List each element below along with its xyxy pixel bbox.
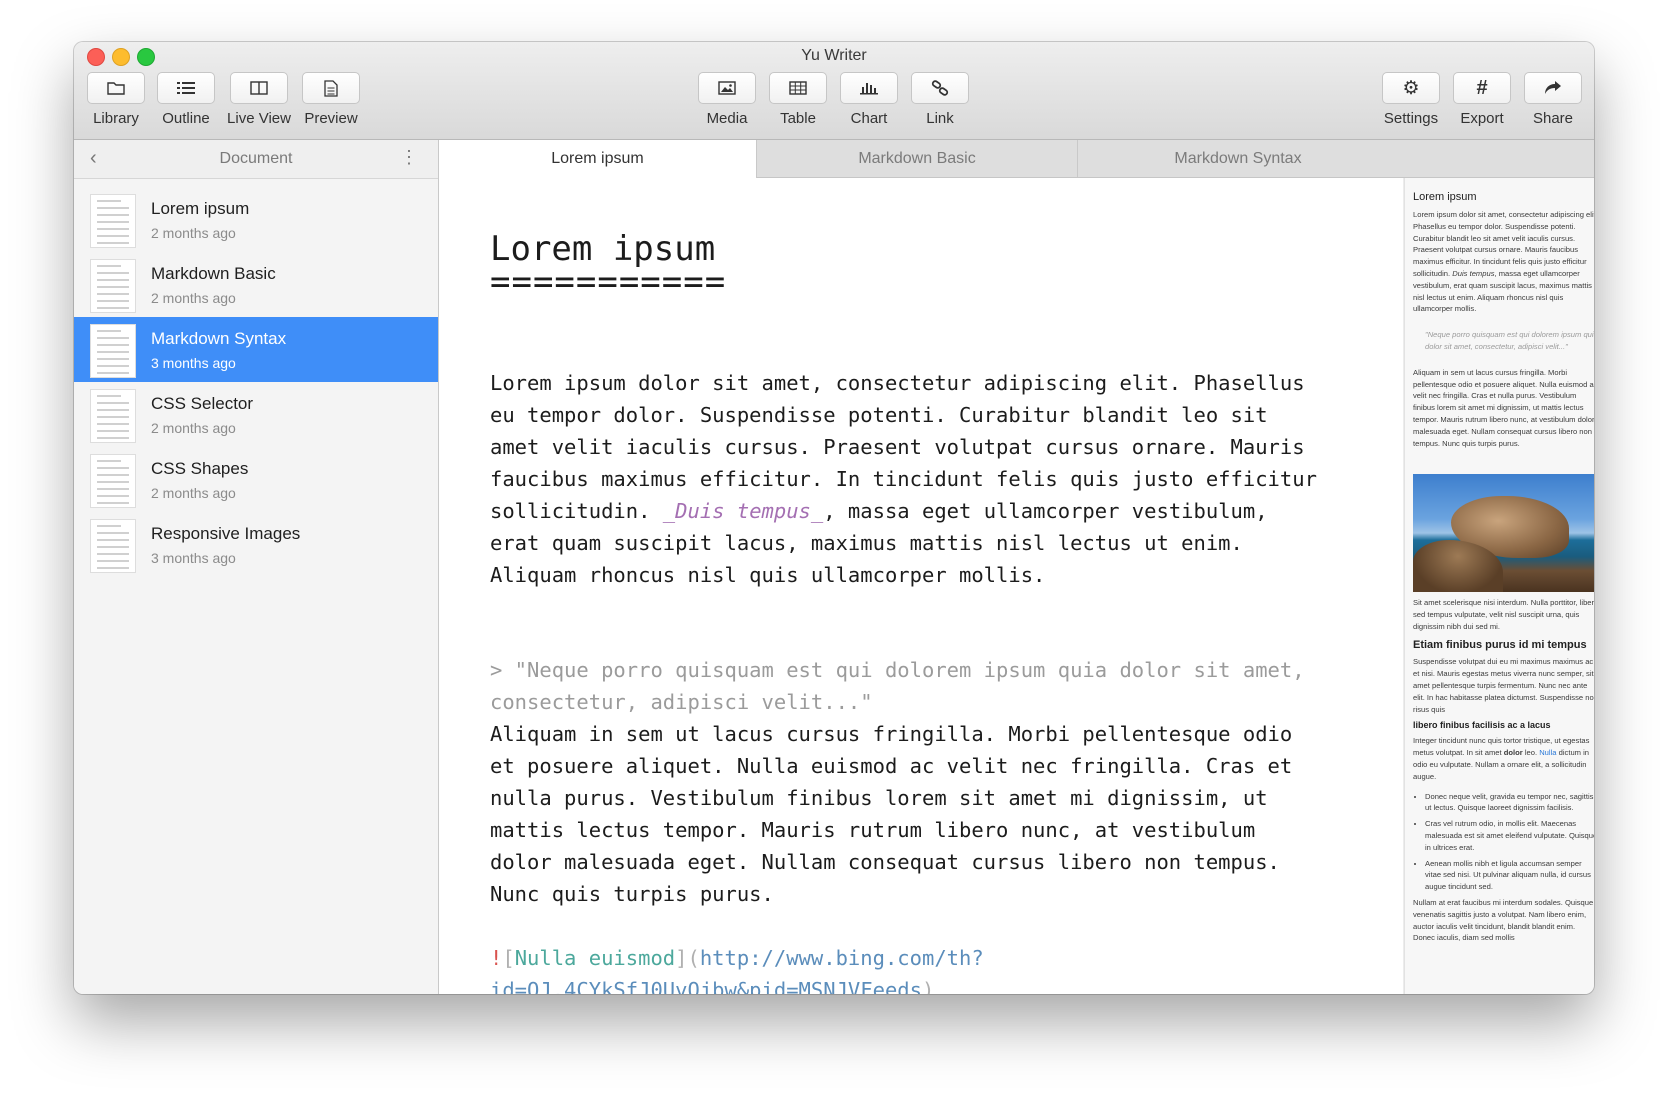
sidebar-item-responsive-images[interactable]: Responsive Images 3 months ago — [74, 512, 438, 577]
document-date: 2 months ago — [151, 485, 236, 501]
list-item: Cras vel rutrum odio, in mollis elit. Ma… — [1425, 818, 1594, 853]
split-view-icon — [250, 81, 268, 95]
document-date: 3 months ago — [151, 355, 236, 371]
media-label: Media — [706, 110, 748, 127]
share-label: Share — [1532, 110, 1574, 127]
preview-paragraph-6: Nullam at erat faucibus mi interdum soda… — [1413, 897, 1594, 943]
document-name: Lorem ipsum — [151, 199, 250, 218]
document-icon — [324, 79, 338, 97]
preview-image — [1413, 474, 1594, 592]
document-name: CSS Shapes — [151, 459, 249, 478]
more-options-icon[interactable]: ⋮ — [400, 147, 418, 168]
preview-subheading: Etiam finibus purus id mi tempus — [1413, 639, 1587, 652]
tab-markdown-syntax[interactable]: Markdown Syntax — [1078, 140, 1398, 177]
share-arrow-icon — [1545, 81, 1561, 94]
tab-markdown-basic[interactable]: Markdown Basic — [757, 140, 1078, 177]
link-icon — [931, 80, 949, 96]
document-date: 2 months ago — [151, 290, 236, 306]
document-name: Markdown Syntax — [151, 329, 287, 348]
live-view-label: Live View — [227, 110, 291, 127]
sidebar-item-css-selector[interactable]: CSS Selector 2 months ago — [74, 382, 438, 447]
preview-blockquote: "Neque porro quisquam est qui dolorem ip… — [1425, 330, 1594, 351]
hash-icon: # — [1476, 76, 1488, 99]
list-item: Donec neque velit, gravida eu tempor nec… — [1425, 791, 1594, 815]
export-button[interactable]: # Export — [1450, 72, 1514, 127]
live-view-button[interactable]: Live View — [227, 72, 291, 127]
preview-button[interactable]: Preview — [299, 72, 363, 127]
document-thumbnail — [90, 519, 136, 573]
document-list: Lorem ipsum 2 months ago Markdown Basic 2 m… — [74, 179, 438, 577]
library-button[interactable]: Library — [84, 72, 148, 127]
editor-heading-rule: =========== — [490, 262, 727, 302]
document-name: Responsive Images — [151, 524, 301, 543]
preview-label: Preview — [304, 110, 358, 127]
settings-label: Settings — [1383, 110, 1439, 127]
document-date: 2 months ago — [151, 225, 236, 241]
sidebar-item-markdown-basic[interactable]: Markdown Basic 2 months ago — [74, 252, 438, 317]
markdown-editor[interactable]: Lorem ipsum =========== Lorem ipsum dolo… — [439, 178, 1403, 994]
table-label: Table — [780, 110, 816, 127]
document-date: 2 months ago — [151, 420, 236, 436]
document-thumbnail — [90, 259, 136, 313]
folder-icon — [107, 82, 125, 95]
gear-icon: ⚙ — [1402, 77, 1420, 99]
document-thumbnail — [90, 194, 136, 248]
emphasis-text: _Duis tempus_ — [662, 499, 824, 523]
sidebar-title: Document — [219, 150, 293, 167]
document-date: 3 months ago — [151, 550, 236, 566]
preview-list: Donec neque velit, gravida eu tempor nec… — [1413, 791, 1594, 893]
outline-button[interactable]: Outline — [154, 72, 218, 127]
toolbar: Yu Writer Library Outline Live View Prev… — [74, 42, 1594, 140]
bar-chart-icon — [860, 83, 878, 95]
link-button[interactable]: Link — [908, 72, 972, 127]
preview-bottom: Sit amet scelerisque nisi interdum. Null… — [1413, 597, 1594, 944]
export-label: Export — [1460, 110, 1504, 127]
preview-subheading-2: libero finibus facilisis ac a lacus — [1413, 720, 1551, 731]
image-icon — [718, 81, 736, 95]
window-title: Yu Writer — [801, 47, 867, 64]
editor-paragraph-2: Aliquam in sem ut lacus cursus fringilla… — [490, 722, 1293, 906]
document-thumbnail — [90, 389, 136, 443]
app-window: Yu Writer Library Outline Live View Prev… — [74, 42, 1594, 994]
preview-paragraph-5: Integer tincidunt nunc quis tortor trist… — [1413, 736, 1590, 781]
document-thumbnail — [90, 324, 136, 378]
editor-blockquote: > "Neque porro quisquam est qui dolorem … — [490, 658, 1305, 714]
sidebar-item-lorem-ipsum[interactable]: Lorem ipsum 2 months ago — [74, 187, 438, 252]
link-label: Link — [926, 110, 954, 127]
settings-button[interactable]: ⚙ Settings — [1379, 72, 1443, 127]
table-icon — [789, 81, 807, 95]
list-item: Aenean mollis nibh et ligula accumsan se… — [1425, 858, 1594, 893]
tab-bar: Lorem ipsum Markdown Basic Markdown Synt… — [439, 140, 1594, 178]
preview-link[interactable]: Nulla — [1539, 748, 1556, 757]
preview-paragraph-2: Aliquam in sem ut lacus cursus fringilla… — [1413, 367, 1594, 448]
sidebar-item-css-shapes[interactable]: CSS Shapes 2 months ago — [74, 447, 438, 512]
chart-label: Chart — [850, 110, 888, 127]
document-sidebar: ‹ Document ⋮ Lorem ipsum 2 months ago Mark… — [74, 140, 439, 994]
sidebar-item-markdown-syntax[interactable]: Markdown Syntax 3 months ago — [74, 317, 438, 382]
preview-top: Lorem ipsum Lorem ipsum dolor sit amet, … — [1413, 190, 1594, 449]
share-button[interactable]: Share — [1521, 72, 1585, 127]
library-label: Library — [93, 110, 139, 127]
document-name: CSS Selector — [151, 394, 254, 413]
preview-title: Lorem ipsum — [1413, 191, 1477, 203]
table-button[interactable]: Table — [766, 72, 830, 127]
preview-paragraph-4: Suspendisse volutpat dui eu mi maximus m… — [1413, 657, 1594, 714]
document-thumbnail — [90, 454, 136, 508]
sidebar-header: ‹ Document ⋮ — [74, 140, 438, 179]
media-button[interactable]: Media — [695, 72, 759, 127]
editor-paragraph-1: Lorem ipsum dolor sit amet, consectetur … — [490, 371, 1317, 587]
document-name: Markdown Basic — [151, 264, 276, 283]
list-icon — [177, 82, 195, 94]
preview-paragraph-3: Sit amet scelerisque nisi interdum. Null… — [1413, 598, 1594, 631]
chart-button[interactable]: Chart — [837, 72, 901, 127]
live-preview-pane: Lorem ipsum Lorem ipsum dolor sit amet, … — [1404, 178, 1594, 994]
preview-paragraph-1: Lorem ipsum dolor sit amet, consectetur … — [1413, 210, 1594, 314]
outline-label: Outline — [162, 110, 210, 127]
tab-lorem-ipsum[interactable]: Lorem ipsum — [439, 140, 757, 178]
editor-image-markup: ![Nulla euismod](http://www.bing.com/th?… — [490, 946, 984, 994]
